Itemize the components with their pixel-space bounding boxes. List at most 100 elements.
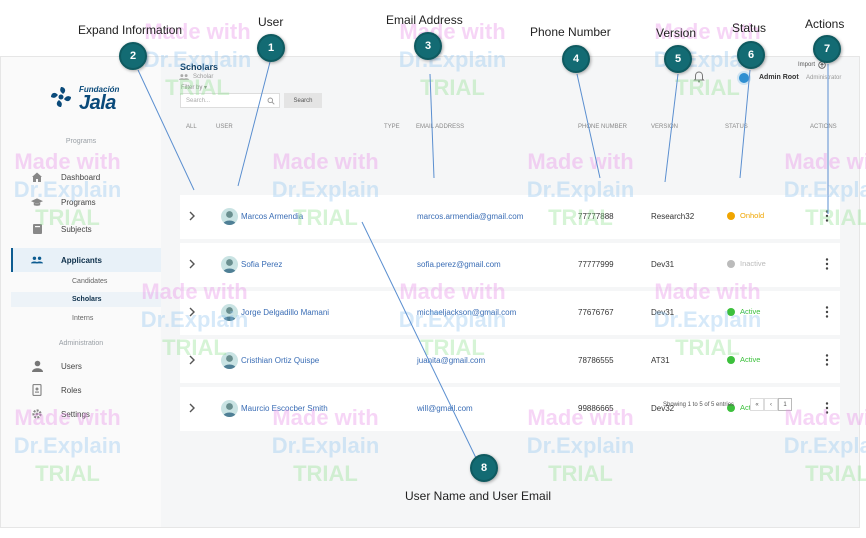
current-user-role: Administrator — [806, 75, 842, 81]
sidebar-item-users[interactable]: Users — [11, 355, 161, 377]
chevron-right-icon[interactable] — [188, 307, 196, 317]
user-icon — [31, 360, 43, 372]
pagination-summary: Showing 1 to 5 of 5 entries — [663, 402, 735, 408]
user-name-link[interactable]: Sofia Perez — [241, 260, 282, 269]
user-email-link[interactable]: juanita@gmail.com — [417, 356, 485, 365]
section-programs: Programs — [65, 138, 97, 145]
callout-label-expand: Expand Information — [78, 23, 183, 37]
sidebar-item-applicants[interactable]: Applicants — [11, 248, 161, 272]
status-label: Active — [740, 307, 761, 316]
sidebar-item-label: Roles — [61, 385, 82, 395]
gear-icon — [31, 408, 43, 420]
book-icon — [31, 223, 43, 235]
table-row[interactable]: Maurcio Escocber Smith will@gmail.com 9988… — [180, 387, 840, 431]
filter-dropdown[interactable]: Filter by ▾ — [181, 84, 207, 91]
column-header-email: EMAIL ADDRESS — [416, 124, 465, 130]
search-button[interactable]: Search — [284, 93, 322, 108]
user-name-link[interactable]: Jorge Delgadillo Mamani — [241, 308, 329, 317]
current-user-name[interactable]: Admin Root — [759, 74, 799, 81]
callout-label-status: Status — [732, 21, 767, 35]
chevron-right-icon[interactable] — [188, 259, 196, 269]
chevron-right-icon[interactable] — [188, 403, 196, 413]
logo-title: Jala — [79, 92, 116, 114]
column-header-user: USER — [216, 124, 233, 130]
column-header-all[interactable]: ALL — [186, 124, 197, 130]
sidebar-item-programs[interactable]: Programs — [11, 191, 161, 213]
import-label: Import — [798, 62, 816, 68]
status-label: Onhold — [740, 211, 765, 220]
phone-number: 77777888 — [578, 212, 614, 221]
page-1-button[interactable]: 1 — [778, 398, 792, 411]
status-dot-icon — [727, 259, 735, 268]
prev-page-button[interactable]: ‹ — [764, 398, 778, 411]
breadcrumb-label[interactable]: Scholar — [193, 74, 213, 80]
user-name-link[interactable]: Cristhian Ortiz Quispe — [241, 356, 319, 365]
kebab-menu-icon[interactable] — [825, 257, 829, 271]
callout-label-version: Version — [656, 26, 697, 40]
search-input[interactable]: Search... — [180, 93, 280, 108]
callout-label-username-email: User Name and User Email — [405, 489, 552, 503]
table-row[interactable]: Cristhian Ortiz Quispe juanita@gmail.com 7… — [180, 339, 840, 383]
sidebar-item-dashboard[interactable]: Dashboard — [11, 166, 161, 188]
search-placeholder: Search... — [186, 98, 211, 104]
table-row[interactable]: Jorge Delgadillo Mamani michaeljackson@gm… — [180, 291, 840, 335]
version-label: AT31 — [651, 356, 670, 365]
sidebar-item-label: Programs — [61, 197, 96, 207]
callout-badge-6: 6 — [737, 41, 765, 69]
sidebar-item-roles[interactable]: Roles — [11, 379, 161, 401]
kebab-menu-icon[interactable] — [825, 401, 829, 415]
version-label: Dev31 — [651, 260, 675, 269]
users-icon — [31, 254, 43, 266]
sidebar-subitem-candidates[interactable]: Candidates — [11, 274, 161, 289]
logo-swirl-icon — [51, 87, 71, 107]
phone-number: 77676767 — [578, 308, 614, 317]
sidebar-item-settings[interactable]: Settings — [11, 403, 161, 425]
pagination: « ‹ 1 — [750, 398, 792, 411]
home-icon — [31, 171, 43, 183]
user-email-link[interactable]: marcos.armendia@gmail.com — [417, 212, 523, 221]
sidebar-item-subjects[interactable]: Subjects — [11, 218, 161, 240]
user-name-link[interactable]: Marcos Armendia — [241, 212, 303, 221]
sidebar: Fundación Jala Programs Dashboard Progra… — [1, 57, 161, 527]
callout-label-actions: Actions — [805, 17, 845, 31]
callout-badge-7: 7 — [813, 35, 841, 63]
column-header-phone: PHONE NUMBER — [578, 124, 628, 130]
sidebar-item-label: Settings — [61, 409, 90, 419]
version-label: Dev31 — [651, 308, 675, 317]
column-header-version: VERSION — [651, 124, 679, 130]
sidebar-item-label: Subjects — [61, 224, 92, 234]
table-row[interactable]: Marcos Armendia marcos.armendia@gmail.com… — [180, 195, 840, 239]
chevron-right-icon[interactable] — [188, 355, 196, 365]
sidebar-subitem-interns[interactable]: Interns — [11, 311, 161, 326]
sidebar-item-label: Dashboard — [61, 172, 101, 182]
user-avatar — [221, 304, 238, 321]
sidebar-item-label: Applicants — [61, 255, 102, 265]
kebab-menu-icon[interactable] — [825, 209, 829, 223]
column-header-type: TYPE — [384, 124, 400, 130]
bell-icon[interactable] — [693, 71, 705, 83]
kebab-menu-icon[interactable] — [825, 305, 829, 319]
breadcrumb: Scholar — [179, 73, 213, 81]
logo[interactable]: Fundación Jala — [49, 83, 129, 117]
first-page-button[interactable]: « — [750, 398, 764, 411]
user-avatar — [221, 256, 238, 273]
kebab-menu-icon[interactable] — [825, 353, 829, 367]
user-avatar — [221, 208, 238, 225]
callout-badge-4: 4 — [562, 45, 590, 73]
status-badge: Onhold — [727, 211, 764, 220]
status-badge: Inactive — [727, 259, 766, 268]
callout-label-phone: Phone Number — [530, 25, 611, 39]
table-row[interactable]: Sofia Perez sofia.perez@gmail.com 77777999… — [180, 243, 840, 287]
avatar[interactable] — [737, 71, 751, 85]
sidebar-subitem-scholars[interactable]: Scholars — [11, 292, 161, 307]
chevron-right-icon[interactable] — [188, 211, 196, 221]
status-label: Active — [740, 355, 761, 364]
phone-number: 77777999 — [578, 260, 614, 269]
version-label: Research32 — [651, 212, 695, 221]
user-name-link[interactable]: Maurcio Escocber Smith — [241, 404, 328, 413]
user-email-link[interactable]: sofia.perez@gmail.com — [417, 260, 501, 269]
column-header-status: STATUS — [725, 124, 748, 130]
user-email-link[interactable]: michaeljackson@gmail.com — [417, 308, 516, 317]
user-avatar — [221, 400, 238, 417]
user-email-link[interactable]: will@gmail.com — [417, 404, 473, 413]
